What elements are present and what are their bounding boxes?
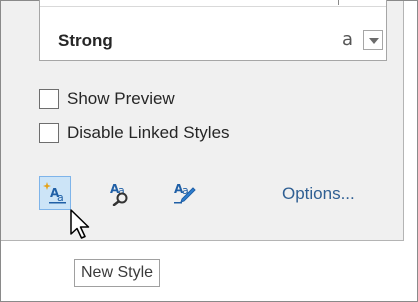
style-inspector-icon: A a — [110, 182, 128, 206]
show-preview-label: Show Preview — [67, 89, 175, 108]
mouse-pointer-icon — [70, 209, 90, 239]
style-inspector-button[interactable]: A a — [104, 176, 136, 210]
styles-pane: Strong a Show Preview Disable Linked Sty… — [0, 0, 418, 302]
style-item-name[interactable]: Strong — [58, 31, 113, 51]
chevron-down-icon — [369, 38, 379, 44]
styles-panel: Strong a Show Preview Disable Linked Sty… — [1, 0, 404, 241]
new-style-button[interactable]: A a — [39, 176, 71, 210]
style-dropdown-button[interactable] — [363, 30, 383, 50]
disable-linked-styles-label: Disable Linked Styles — [67, 123, 230, 142]
manage-styles-icon: A a — [174, 182, 196, 204]
show-preview-checkbox[interactable] — [39, 89, 59, 109]
style-list[interactable]: Strong a — [39, 0, 387, 61]
new-style-icon: A a — [43, 182, 66, 204]
tooltip: New Style — [74, 259, 161, 287]
disable-linked-styles-option[interactable]: Disable Linked Styles — [39, 123, 230, 143]
disable-linked-styles-checkbox[interactable] — [39, 123, 59, 143]
tooltip-text: New Style — [81, 264, 154, 281]
character-style-icon: a — [342, 29, 354, 50]
show-preview-option[interactable]: Show Preview — [39, 89, 175, 109]
options-link[interactable]: Options... — [282, 184, 355, 204]
manage-styles-button[interactable]: A a — [168, 176, 200, 210]
list-column-divider — [338, 0, 339, 5]
list-divider — [40, 0, 386, 7]
